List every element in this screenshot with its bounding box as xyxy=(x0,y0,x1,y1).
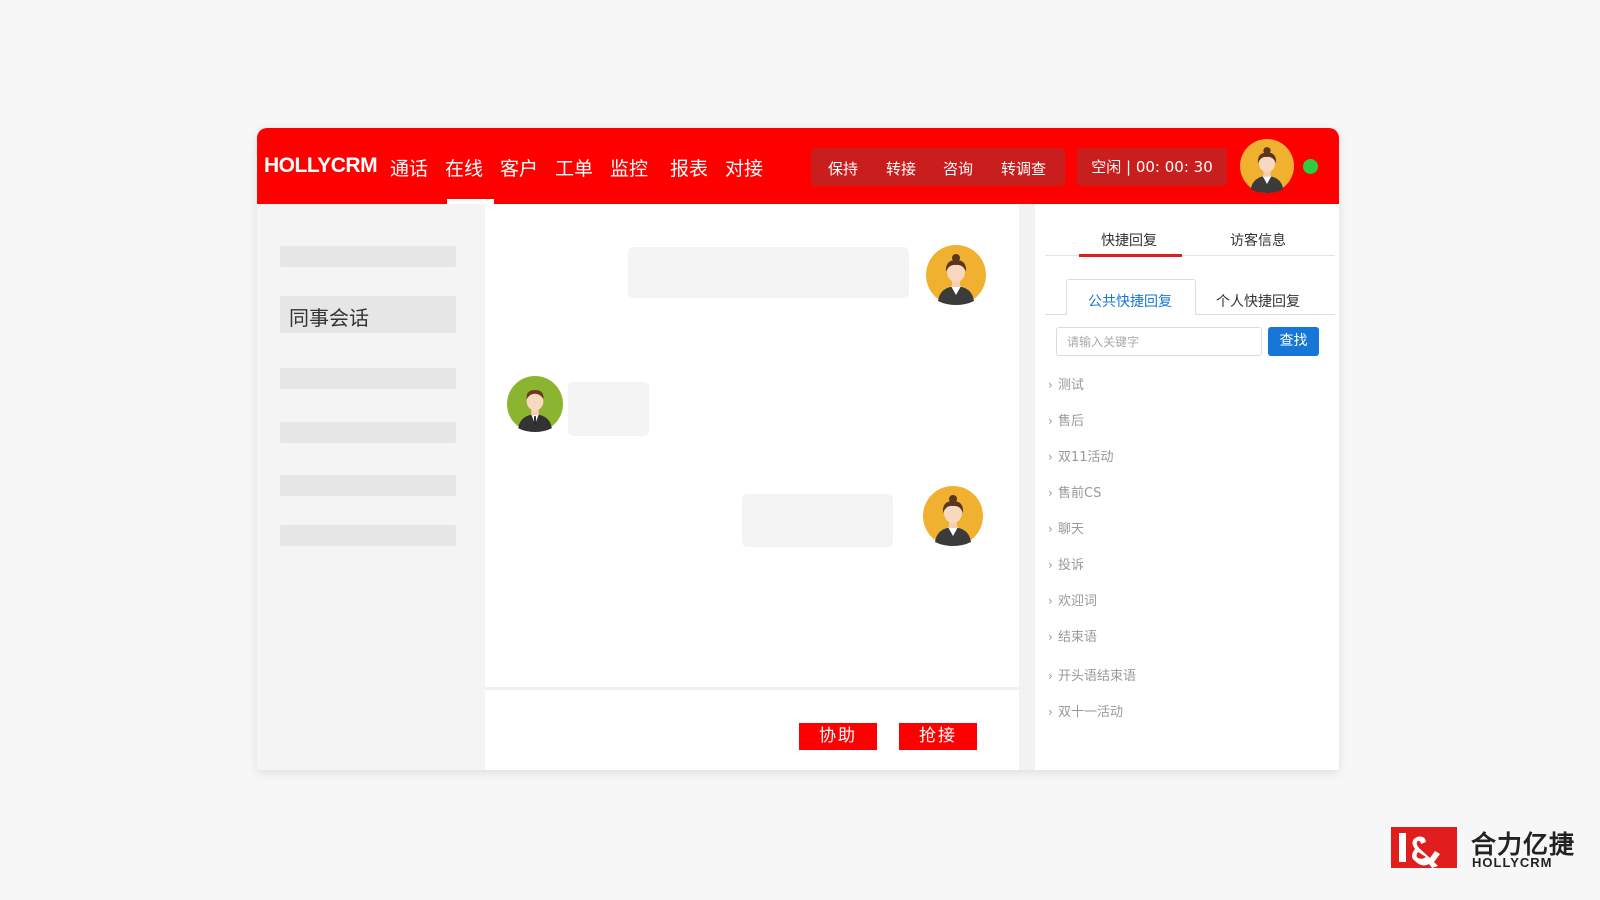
chevron-right-icon: › xyxy=(1048,630,1053,644)
agent-message-bubble xyxy=(628,247,909,298)
corporate-logo: 合力亿捷 HOLLYCRM xyxy=(1391,825,1581,870)
agent-message-bubble xyxy=(742,494,893,547)
chevron-right-icon: › xyxy=(1048,378,1053,392)
category-label: 双十一活动 xyxy=(1058,705,1124,720)
chevron-right-icon: › xyxy=(1048,558,1053,572)
quick-reply-category[interactable]: › 投诉 xyxy=(1048,555,1084,575)
brand-logo: HOLLYCRM xyxy=(264,154,378,177)
session-placeholder[interactable] xyxy=(280,368,456,389)
transfer-survey-button[interactable]: 转调查 xyxy=(1001,158,1046,179)
online-status-dot xyxy=(1303,159,1318,174)
panel-divider xyxy=(1019,204,1035,770)
chevron-right-icon: › xyxy=(1048,414,1053,428)
visitor-avatar-icon xyxy=(507,376,563,432)
session-placeholder[interactable] xyxy=(280,525,456,546)
transfer-button[interactable]: 转接 xyxy=(886,158,916,179)
category-label: 售后 xyxy=(1058,414,1085,429)
category-label: 聊天 xyxy=(1058,522,1085,537)
nav-item-customers[interactable]: 客户 xyxy=(500,154,538,181)
nav-item-online[interactable]: 在线 xyxy=(445,154,483,181)
call-action-group: 保持 转接 咨询 转调查 xyxy=(811,148,1065,186)
session-placeholder[interactable] xyxy=(280,422,456,443)
assist-button[interactable]: 协助 xyxy=(799,723,877,750)
subtab-personal-replies[interactable]: 个人快捷回复 xyxy=(1216,291,1300,311)
category-label: 结束语 xyxy=(1058,630,1098,645)
agent-status[interactable]: 空闲 | 00: 00: 30 xyxy=(1077,148,1227,186)
logo-mark-icon xyxy=(1391,827,1457,868)
tab-visitor-info[interactable]: 访客信息 xyxy=(1230,230,1286,250)
nav-item-integration[interactable]: 对接 xyxy=(725,154,763,181)
chevron-right-icon: › xyxy=(1048,486,1053,500)
right-panel: 快捷回复 访客信息 公共快捷回复 个人快捷回复 查找 › 测试 › 售后 › 双11活… xyxy=(1035,204,1339,770)
session-list: 同事会话 xyxy=(257,204,485,770)
grab-button[interactable]: 抢接 xyxy=(899,723,977,750)
quick-reply-category[interactable]: › 结束语 xyxy=(1048,627,1097,647)
subtab-public-replies[interactable]: 公共快捷回复 xyxy=(1088,291,1172,311)
category-label: 欢迎词 xyxy=(1058,594,1098,609)
keyword-search-input[interactable] xyxy=(1056,327,1262,356)
agent-avatar-icon xyxy=(926,245,986,305)
chevron-right-icon: › xyxy=(1048,450,1053,464)
quick-reply-category[interactable]: › 聊天 xyxy=(1048,519,1084,539)
tab-quick-reply[interactable]: 快捷回复 xyxy=(1101,230,1157,250)
quick-reply-category[interactable]: › 双11活动 xyxy=(1048,447,1114,467)
agent-avatar-icon[interactable] xyxy=(1240,139,1294,193)
visitor-message-bubble xyxy=(568,382,649,436)
crm-window: HOLLYCRM 通话 在线 客户 工单 监控 报表 对接 保持 转接 咨询 转… xyxy=(257,128,1339,770)
quick-reply-category[interactable]: › 欢迎词 xyxy=(1048,591,1097,611)
hold-button[interactable]: 保持 xyxy=(828,158,858,179)
quick-reply-category[interactable]: › 测试 xyxy=(1048,375,1084,395)
colleague-session-item[interactable]: 同事会话 xyxy=(280,296,456,333)
search-button[interactable]: 查找 xyxy=(1268,327,1319,356)
nav-item-monitor[interactable]: 监控 xyxy=(610,154,648,181)
chevron-right-icon: › xyxy=(1048,522,1053,536)
session-placeholder[interactable] xyxy=(280,475,456,496)
nav-item-calls[interactable]: 通话 xyxy=(390,154,428,181)
agent-avatar-icon xyxy=(923,486,983,546)
category-label: 开头语结束语 xyxy=(1058,669,1137,684)
category-label: 双11活动 xyxy=(1058,450,1114,465)
chevron-right-icon: › xyxy=(1048,669,1053,683)
chat-footer: 协助 抢接 xyxy=(485,687,1019,770)
quick-reply-category[interactable]: › 售前CS xyxy=(1048,483,1101,503)
quick-reply-category[interactable]: › 双十一活动 xyxy=(1048,702,1123,722)
nav-item-tickets[interactable]: 工单 xyxy=(555,154,593,181)
logo-english-name: HOLLYCRM xyxy=(1472,855,1553,870)
chevron-right-icon: › xyxy=(1048,594,1053,608)
colleague-session-label: 同事会话 xyxy=(289,306,369,330)
session-placeholder[interactable] xyxy=(280,246,456,267)
tab-active-indicator xyxy=(1079,254,1182,257)
chevron-right-icon: › xyxy=(1048,705,1053,719)
quick-reply-category[interactable]: › 开头语结束语 xyxy=(1048,666,1136,686)
chat-area: 协助 抢接 xyxy=(485,204,1019,770)
top-bar: HOLLYCRM 通话 在线 客户 工单 监控 报表 对接 保持 转接 咨询 转… xyxy=(257,128,1339,204)
category-label: 测试 xyxy=(1058,378,1085,393)
consult-button[interactable]: 咨询 xyxy=(943,158,973,179)
category-label: 投诉 xyxy=(1058,558,1085,573)
category-label: 售前CS xyxy=(1058,486,1102,501)
quick-reply-category[interactable]: › 售后 xyxy=(1048,411,1084,431)
nav-item-reports[interactable]: 报表 xyxy=(670,154,708,181)
